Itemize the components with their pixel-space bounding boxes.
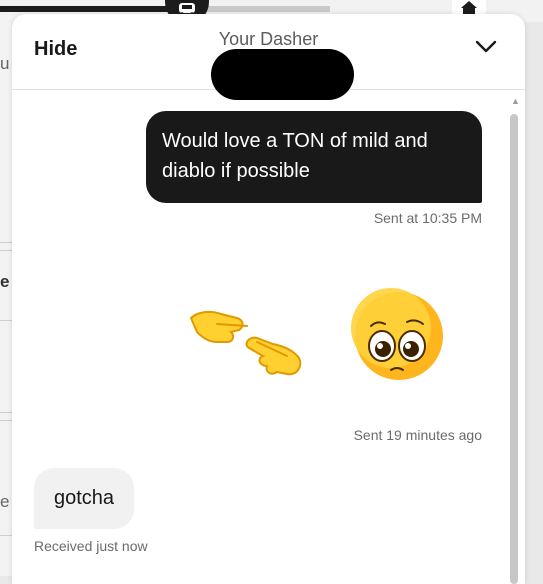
message-status: Sent at 10:35 PM (373, 210, 482, 226)
scroll-up-icon[interactable]: ▲ (511, 96, 520, 106)
chat-header: Hide Your Dasher (12, 14, 525, 100)
pointing-left-hand-icon (189, 310, 248, 343)
background-page: u e e (0, 22, 12, 576)
background-divider (0, 420, 12, 421)
emoji-message (187, 286, 447, 386)
background-divider (0, 242, 12, 243)
background-text-fragment: e (0, 492, 10, 511)
message-status: Received just now (34, 538, 148, 554)
message-bubble-incoming: gotcha (34, 468, 134, 529)
chat-title: Your Dasher (218, 29, 319, 49)
background-divider (0, 320, 12, 321)
pleading-face-icon (351, 288, 443, 380)
background-divider (0, 250, 12, 251)
scrollbar[interactable] (510, 114, 518, 584)
message-bubble-outgoing: Would love a TON of mild and diablo if p… (146, 111, 482, 203)
message-status: Sent 19 minutes ago (353, 427, 482, 443)
chevron-down-icon[interactable] (474, 39, 498, 60)
chat-panel: Hide Your Dasher ▲ Would love a TON of m… (12, 14, 525, 584)
background-text-fragment: e (0, 272, 10, 291)
background-divider (0, 535, 12, 536)
redacted-dasher-name (211, 49, 354, 100)
background-text-fragment: u (0, 54, 10, 73)
background-divider (0, 412, 12, 413)
pointing-right-hand-icon (245, 336, 302, 376)
delivery-progress-fill (0, 6, 185, 12)
